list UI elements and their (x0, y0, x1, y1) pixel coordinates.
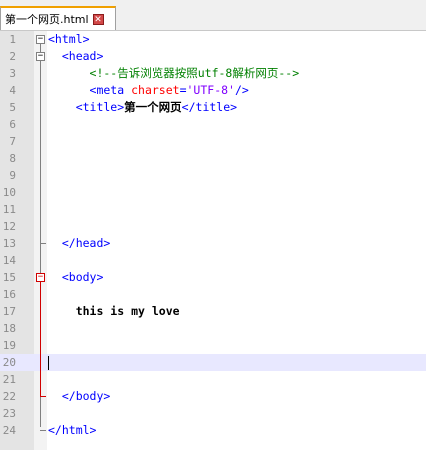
code-editor[interactable]: 1 <html> 2 <head> 3 <!--告诉浏览器按照utf-8解析网页-->… (0, 31, 426, 450)
code-token: <body> (48, 270, 104, 284)
code-token: <!--告诉浏览器按照utf-8解析网页--> (48, 66, 300, 80)
line-number: 2 (9, 50, 16, 63)
line-number: 22 (2, 390, 16, 403)
code-token: </html> (48, 423, 97, 437)
code-line[interactable]: 7 (0, 133, 426, 150)
code-line[interactable]: 20 (0, 354, 426, 371)
code-text: <body> (48, 269, 104, 286)
code-line[interactable]: 2 <head> (0, 48, 426, 65)
code-token: <meta (48, 83, 132, 97)
code-token: <html> (48, 32, 90, 46)
tab-title: 第一个网页.html (5, 13, 89, 26)
code-text: </body> (48, 388, 110, 405)
code-line[interactable]: 22 </body> (0, 388, 426, 405)
code-token: 第一个网页 (124, 100, 182, 114)
line-number: 1 (9, 33, 16, 46)
text-caret (48, 356, 49, 370)
code-line[interactable]: 23 (0, 405, 426, 422)
code-token: this is my love (48, 304, 180, 318)
line-number: 19 (2, 339, 16, 352)
fold-line-body (40, 282, 41, 396)
tab-file[interactable]: 第一个网页.html ✕ (0, 6, 116, 30)
line-number: 12 (2, 220, 16, 233)
code-text: this is my love (48, 303, 180, 320)
line-number: 3 (9, 67, 16, 80)
code-token: <head> (48, 49, 104, 63)
code-token: </body> (48, 389, 111, 403)
fold-end-html (40, 430, 46, 431)
line-number: 24 (2, 424, 16, 437)
code-token: </title> (181, 100, 238, 114)
fold-end-head (40, 243, 46, 244)
code-text: <!--告诉浏览器按照utf-8解析网页--> (48, 65, 300, 82)
code-token: = (179, 83, 187, 97)
code-line[interactable]: 8 (0, 150, 426, 167)
fold-line-head (40, 61, 41, 240)
line-number: 14 (2, 254, 16, 267)
code-line[interactable]: 13 </head> (0, 235, 426, 252)
line-number: 4 (9, 84, 16, 97)
code-text: </html> (48, 422, 96, 439)
line-number: 8 (9, 152, 16, 165)
line-number: 11 (2, 203, 16, 216)
code-line[interactable]: 10 (0, 184, 426, 201)
line-number: 18 (2, 322, 16, 335)
code-text: <title>第一个网页</title> (48, 99, 237, 116)
code-line[interactable]: 18 (0, 320, 426, 337)
line-number: 16 (2, 288, 16, 301)
code-text: <html> (48, 31, 90, 48)
code-text: <meta charset='UTF-8'/> (48, 82, 249, 99)
code-line[interactable]: 11 (0, 201, 426, 218)
code-line[interactable]: 6 (0, 116, 426, 133)
line-number: 7 (9, 135, 16, 148)
code-line[interactable]: 14 (0, 252, 426, 269)
code-line[interactable]: 15 <body> (0, 269, 426, 286)
line-number: 15 (2, 271, 16, 284)
code-line[interactable]: 12 (0, 218, 426, 235)
code-line[interactable]: 19 (0, 337, 426, 354)
code-text: </head> (48, 235, 110, 252)
line-number: 21 (2, 373, 16, 386)
line-number: 17 (2, 305, 16, 318)
code-line[interactable]: 16 (0, 286, 426, 303)
code-token: 'UTF-8' (186, 83, 235, 97)
code-token: </head> (48, 236, 111, 250)
line-number: 20 (2, 356, 16, 369)
line-number: 9 (9, 169, 16, 182)
code-line[interactable]: 5 <title>第一个网页</title> (0, 99, 426, 116)
code-token: charset (131, 83, 180, 97)
close-icon[interactable]: ✕ (92, 13, 104, 25)
code-line[interactable]: 17 this is my love (0, 303, 426, 320)
fold-head-icon[interactable]: − (36, 52, 45, 61)
line-number: 23 (2, 407, 16, 420)
code-token: /> (234, 83, 249, 97)
fold-end-body (40, 396, 46, 397)
line-number: 10 (2, 186, 16, 199)
code-line[interactable]: 21 (0, 371, 426, 388)
code-line[interactable]: 1 <html> (0, 31, 426, 48)
fold-body-icon[interactable]: − (36, 273, 45, 282)
code-line[interactable]: 4 <meta charset='UTF-8'/> (0, 82, 426, 99)
line-number: 6 (9, 118, 16, 131)
code-line[interactable]: 3 <!--告诉浏览器按照utf-8解析网页--> (0, 65, 426, 82)
tab-bar: 第一个网页.html ✕ (0, 0, 426, 31)
line-number: 13 (2, 237, 16, 250)
code-token: <title> (48, 100, 125, 114)
code-text: <head> (48, 48, 104, 65)
code-line[interactable]: 9 (0, 167, 426, 184)
line-number: 5 (9, 101, 16, 114)
code-line[interactable]: 24 </html> (0, 422, 426, 439)
fold-html-icon[interactable]: − (36, 35, 45, 44)
